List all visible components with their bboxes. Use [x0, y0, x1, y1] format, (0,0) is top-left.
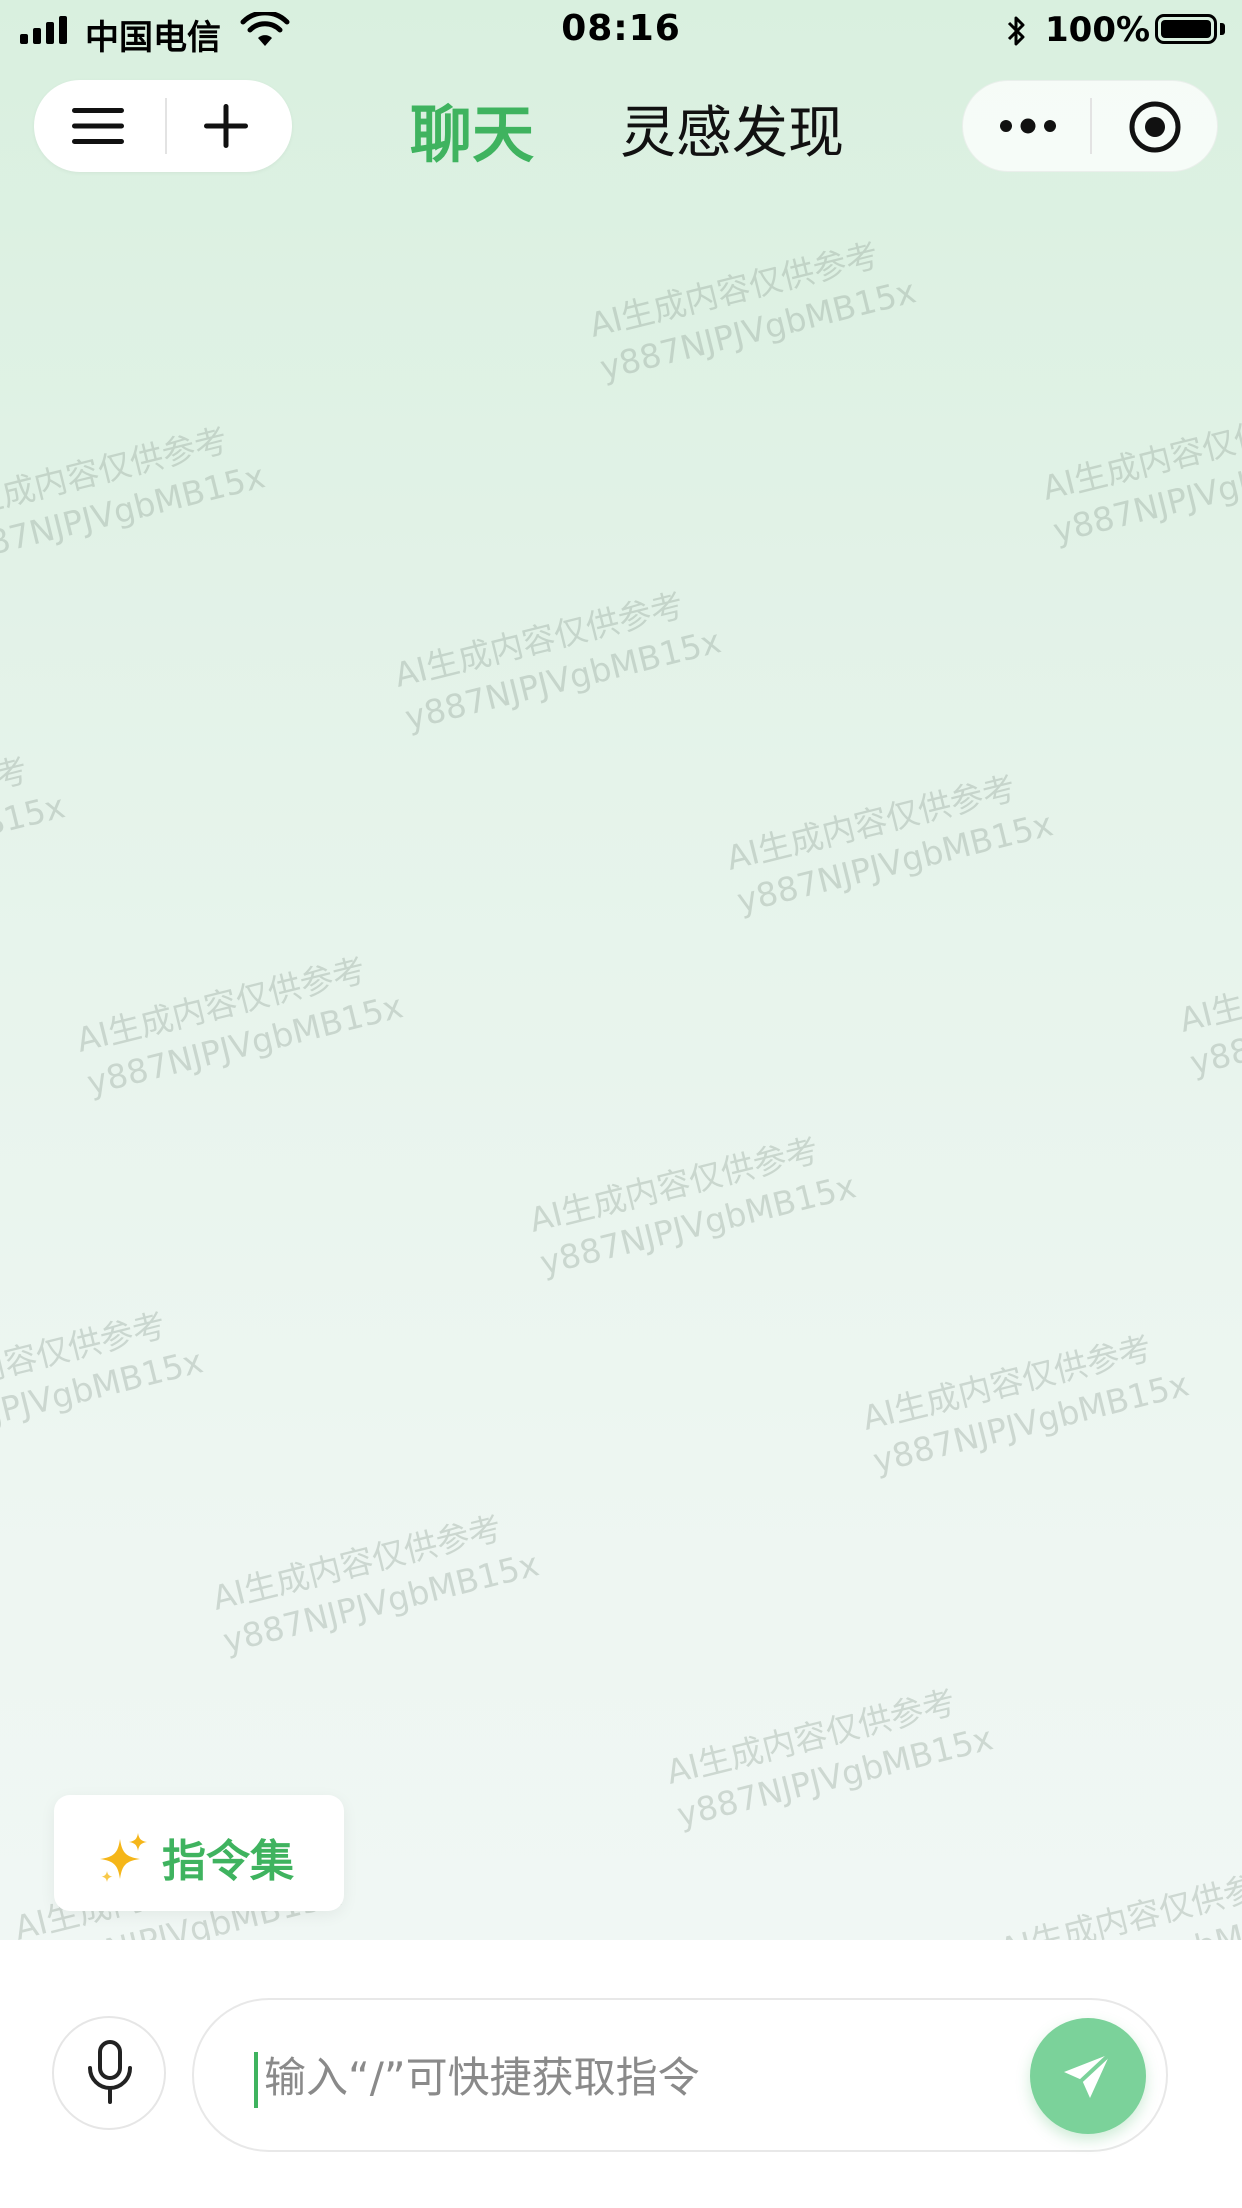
microphone-icon — [88, 2040, 132, 2104]
voice-button[interactable] — [52, 2016, 166, 2130]
commands-label: 指令集 — [162, 1836, 294, 1887]
message-input[interactable] — [264, 2040, 984, 2114]
capsule-divider — [1090, 98, 1092, 154]
tab-chat[interactable]: 聊天 — [410, 84, 534, 174]
sparkle-icon — [100, 1833, 147, 1882]
battery-percent: 100% — [1045, 10, 1151, 50]
commands-button[interactable]: 指令集 — [54, 1795, 344, 1911]
send-button[interactable] — [1030, 2018, 1146, 2134]
target-icon[interactable] — [1128, 100, 1182, 154]
menu-icon[interactable] — [72, 106, 124, 146]
chat-screen: AI生成内容仅供参考 y887NJPJVgbMB15x AI生成内容仅供参考 y88… — [0, 0, 1242, 2208]
message-input-container[interactable] — [192, 1998, 1168, 2152]
battery-cap — [1220, 23, 1225, 35]
more-icon[interactable] — [998, 116, 1058, 136]
plus-icon[interactable] — [202, 102, 250, 150]
status-bar: 中国电信 08:16 100% — [0, 0, 1242, 62]
text-caret — [254, 2052, 258, 2108]
capsule-divider — [165, 98, 167, 154]
battery-icon — [1155, 14, 1217, 44]
tab-inspiration[interactable]: 灵感发现 — [620, 88, 844, 169]
chat-background — [0, 0, 1242, 1940]
send-icon — [1064, 2052, 1112, 2098]
bluetooth-icon — [1007, 16, 1025, 46]
